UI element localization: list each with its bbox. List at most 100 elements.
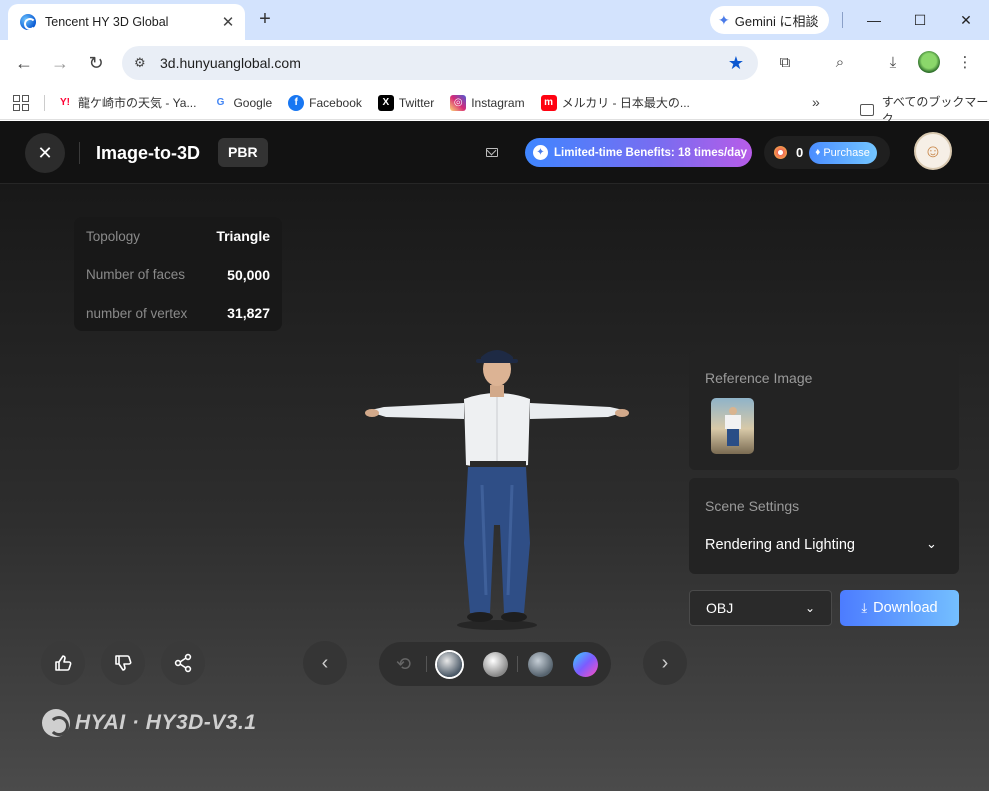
x-icon: X [377, 94, 394, 111]
purchase-label: Purchase [823, 146, 870, 159]
benefits-banner[interactable]: ✦ Limited-time Benefits: 18 times/day [525, 138, 752, 167]
color-material-icon[interactable] [573, 652, 598, 677]
3d-model-preview[interactable] [364, 345, 630, 631]
normal-material-icon[interactable] [528, 652, 553, 677]
stat-faces: Number of faces 50,000 [86, 256, 270, 295]
browser-menu-icon[interactable]: ⋮ [953, 51, 977, 75]
reference-image-thumbnail[interactable] [711, 398, 754, 454]
bookmark-instagram[interactable]: ◎ Instagram [450, 94, 525, 111]
url-text[interactable]: 3d.hunyuanglobal.com [160, 55, 728, 71]
reload-button[interactable]: ↻ [82, 49, 110, 77]
reference-image-panel: Reference Image [689, 350, 959, 470]
stat-value: 50,000 [227, 266, 270, 283]
credits-count: 0 [796, 145, 804, 160]
format-value: OBJ [706, 600, 734, 616]
download-button[interactable]: ⤓ Download [840, 590, 959, 626]
bookmark-mercari[interactable]: m メルカリ - 日本最大の... [540, 94, 690, 111]
stat-value: 31,827 [227, 305, 270, 322]
app-viewport: ✕ Image-to-3D PBR ✦ Limited-time Benefit… [0, 121, 989, 791]
stat-label: number of vertex [86, 305, 188, 321]
credits-pill: 0 ♦ Purchase [764, 136, 890, 169]
window-close-button[interactable]: ✕ [943, 6, 989, 34]
folder-icon [860, 104, 874, 116]
forward-button[interactable]: → [46, 49, 74, 77]
bookmark-label: Facebook [309, 95, 362, 110]
format-select[interactable]: OBJ ⌄ [689, 590, 832, 626]
material-divider [426, 656, 427, 672]
page-title: Image-to-3D [96, 143, 201, 163]
scene-settings-panel: Scene Settings Rendering and Lighting ⌄ [689, 478, 959, 574]
bookmarks-overflow-icon[interactable]: » [812, 94, 820, 110]
minimize-button[interactable]: — [851, 6, 897, 34]
download-label: Download [873, 600, 938, 616]
share-button[interactable] [161, 641, 205, 685]
coin-icon [774, 146, 787, 159]
header-divider [79, 142, 80, 164]
site-info-icon[interactable]: ⚙ [134, 55, 152, 71]
extensions-icon[interactable]: ⧉ [773, 51, 797, 75]
dislike-button[interactable] [101, 641, 145, 685]
gemini-button[interactable]: ✦ Gemini に相談 [710, 6, 829, 34]
clay-material-icon[interactable] [483, 652, 508, 677]
stat-label: Number of faces [86, 267, 186, 283]
brand-text: HYAI · HY3D-V3.1 [75, 711, 257, 734]
stat-vertices: number of vertex 31,827 [86, 294, 270, 333]
gemini-label: Gemini に相談 [734, 13, 819, 29]
like-button[interactable] [41, 641, 85, 685]
bookmark-facebook[interactable]: f Facebook [288, 94, 362, 111]
thumbs-down-icon [115, 655, 132, 671]
tab-close-icon[interactable]: ✕ [219, 13, 237, 31]
pbr-badge: PBR [218, 138, 268, 167]
stat-value: Triangle [216, 228, 270, 245]
profile-avatar[interactable] [918, 51, 940, 73]
hyai-logo-icon [42, 709, 70, 737]
stat-topology: Topology Triangle [86, 217, 270, 256]
tabstrip-divider [842, 12, 843, 28]
mesh-stats-panel: Topology Triangle Number of faces 50,000… [74, 217, 282, 331]
rendering-lighting-toggle[interactable]: Rendering and Lighting [705, 537, 855, 553]
back-button[interactable]: ← [10, 49, 38, 77]
browser-toolbar: ← → ↻ ⚙ 3d.hunyuanglobal.com ★ ⧉ ⌕ ⤓ ⋮ [0, 40, 989, 86]
tab-strip: Tencent HY 3D Global ✕ + ✦ Gemini に相談 — … [0, 0, 989, 40]
stat-label: Topology [86, 228, 141, 244]
user-avatar[interactable]: ☺ [914, 132, 952, 170]
bookmark-yahoo-weather[interactable]: Y! 龍ケ崎市の天気 - Ya... [57, 94, 196, 111]
bookmark-label: Twitter [398, 95, 435, 110]
brand-watermark: HYAI · HY3D-V3.1 [42, 709, 257, 737]
mercari-icon: m [540, 94, 557, 111]
bookmark-label: 龍ケ崎市の天気 - Ya... [78, 96, 197, 110]
gift-icon: ✦ [533, 145, 548, 160]
bookmark-label: メルカリ - 日本最大の... [561, 96, 690, 110]
chevron-down-icon[interactable]: ⌄ [926, 536, 937, 552]
app-header: ✕ Image-to-3D PBR ✦ Limited-time Benefit… [0, 121, 989, 184]
bookmarks-divider [44, 94, 45, 111]
benefits-text: Limited-time Benefits: 18 times/day [554, 146, 747, 159]
downloads-icon[interactable]: ⤓ [881, 51, 905, 75]
tab-search-icon[interactable]: ⌕ [828, 51, 852, 75]
share-icon [174, 653, 192, 673]
yahoo-icon: Y! [57, 94, 73, 111]
next-button[interactable]: › [643, 641, 687, 685]
mail-icon[interactable] [486, 148, 498, 157]
diamond-icon: ♦ [815, 147, 821, 158]
rotate-icon[interactable]: ⟲ [391, 652, 416, 677]
browser-tab-active[interactable]: Tencent HY 3D Global ✕ [8, 4, 245, 40]
material-preview-bar: ⟲ [379, 642, 611, 686]
maximize-button[interactable]: ☐ [897, 6, 943, 34]
address-bar[interactable]: ⚙ 3d.hunyuanglobal.com ★ [122, 46, 758, 80]
textured-material-icon[interactable] [437, 652, 462, 677]
bookmark-star-icon[interactable]: ★ [728, 53, 744, 74]
gemini-spark-icon: ✦ [718, 11, 730, 28]
bookmark-label: Instagram [471, 95, 525, 110]
bookmarks-bar: Y! 龍ケ崎市の天気 - Ya... G Google f Facebook X… [0, 86, 989, 126]
apps-grid-icon[interactable] [13, 94, 29, 111]
purchase-button[interactable]: ♦ Purchase [809, 141, 877, 164]
thumbs-up-icon [55, 655, 72, 671]
google-icon: G [212, 94, 229, 111]
bookmark-label: Google [233, 95, 273, 110]
bookmark-twitter[interactable]: X Twitter [377, 94, 435, 111]
close-viewer-button[interactable]: ✕ [25, 133, 65, 173]
new-tab-button[interactable]: + [253, 8, 277, 32]
previous-button[interactable]: ‹ [303, 641, 347, 685]
bookmark-google[interactable]: G Google [212, 94, 273, 111]
